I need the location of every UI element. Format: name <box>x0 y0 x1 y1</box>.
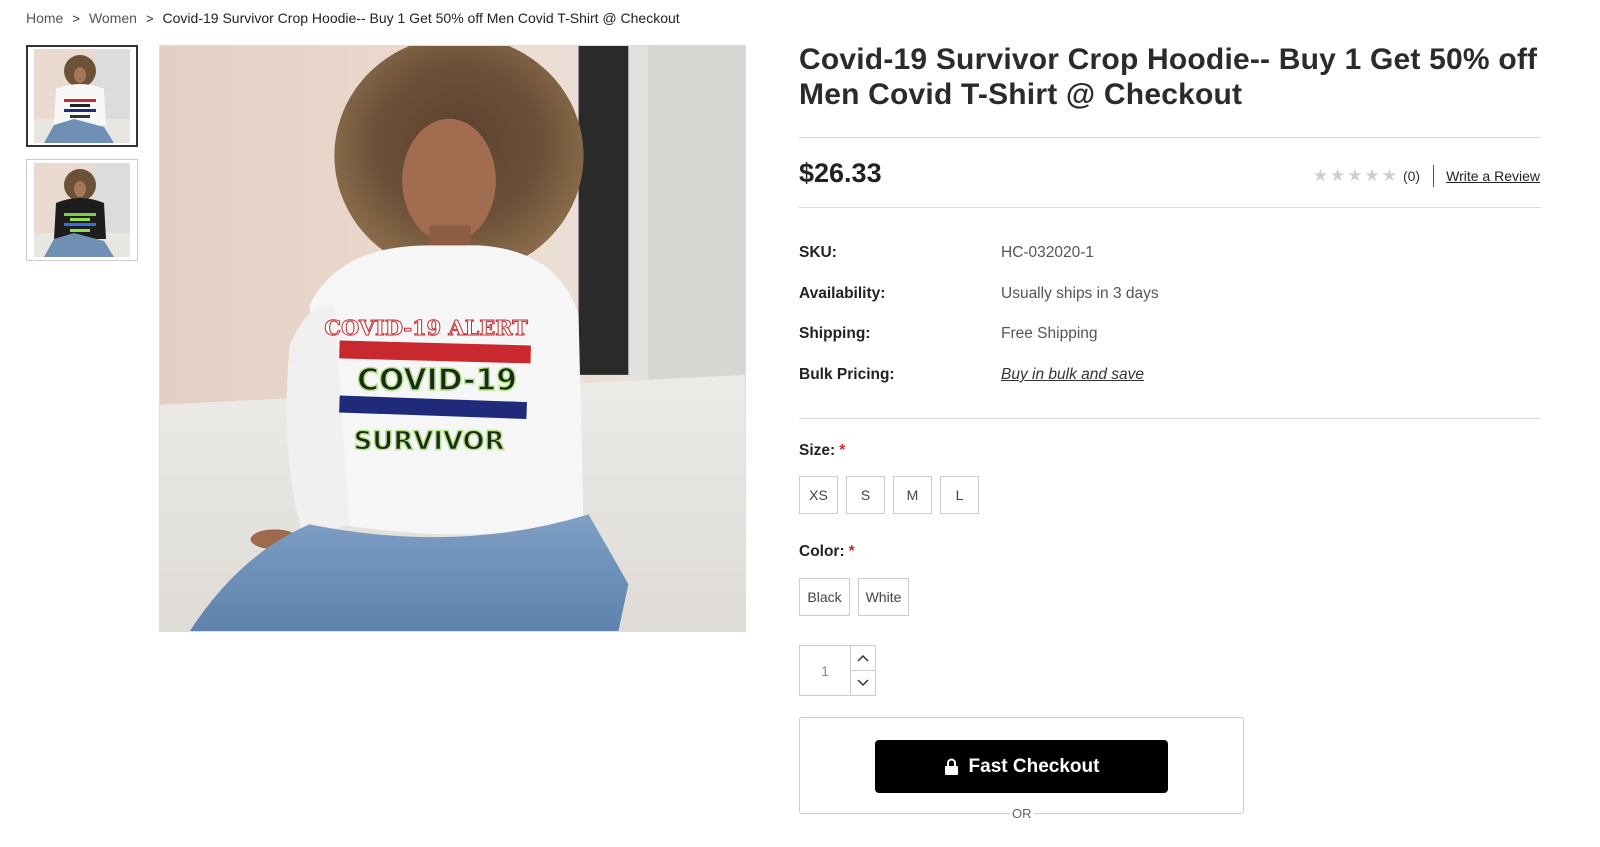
title-divider <box>799 137 1541 138</box>
thumbnail-white-hoodie-image <box>34 49 130 143</box>
quantity-arrows <box>851 646 875 695</box>
breadcrumb-separator: > <box>145 10 154 26</box>
size-label-text: Size: <box>799 442 836 459</box>
star-empty-icon: ★ <box>1312 166 1328 185</box>
required-marker: * <box>839 442 846 459</box>
product-photo: COVID-19 ALERT COVID-19 SURVIVOR <box>160 46 745 631</box>
color-option-white[interactable]: White <box>858 578 909 616</box>
color-label-text: Color: <box>799 543 845 560</box>
size-option-xs[interactable]: XS <box>799 476 838 514</box>
breadcrumb: Home > Women > Covid-19 Survivor Crop Ho… <box>26 10 680 26</box>
bulk-pricing-label: Bulk Pricing: <box>799 366 895 383</box>
fast-checkout-button[interactable]: Fast Checkout <box>875 740 1168 793</box>
spec-availability: Availability: Usually ships in 3 days <box>799 285 1541 303</box>
star-empty-icon: ★ <box>1364 166 1380 185</box>
rating-separator <box>1433 165 1435 187</box>
star-empty-icon: ★ <box>1347 166 1363 185</box>
print-line-2: COVID-19 <box>357 363 517 398</box>
thumbnail-black-hoodie[interactable] <box>26 159 138 261</box>
thumbnail-black-hoodie-image <box>34 163 130 257</box>
star-rating: ★ ★ ★ ★ ★ <box>1313 167 1397 185</box>
color-option-black[interactable]: Black <box>799 578 850 616</box>
bulk-pricing-link[interactable]: Buy in bulk and save <box>1001 366 1144 384</box>
quantity-stepper: 1 <box>799 645 876 696</box>
breadcrumb-home[interactable]: Home <box>26 10 63 26</box>
availability-value: Usually ships in 3 days <box>1001 285 1159 302</box>
star-empty-icon: ★ <box>1381 166 1397 185</box>
breadcrumb-women[interactable]: Women <box>89 10 137 26</box>
required-marker: * <box>848 543 855 560</box>
product-rating: ★ ★ ★ ★ ★ (0) Write a Review <box>1313 165 1540 187</box>
spec-sku: SKU: HC-032020-1 <box>799 244 1541 262</box>
color-label: Color: * <box>799 543 855 561</box>
specs-divider <box>799 418 1541 419</box>
size-option-l[interactable]: L <box>940 476 979 514</box>
size-options: XS S M L <box>799 476 979 514</box>
quantity-input[interactable]: 1 <box>800 646 851 695</box>
price-divider <box>799 207 1541 208</box>
quantity-increase-button[interactable] <box>851 646 875 671</box>
or-divider-left <box>958 813 1002 814</box>
write-review-link[interactable]: Write a Review <box>1446 168 1540 184</box>
main-product-image[interactable]: COVID-19 ALERT COVID-19 SURVIVOR <box>159 45 746 632</box>
size-option-m[interactable]: M <box>893 476 932 514</box>
product-price: $26.33 <box>799 158 882 188</box>
product-title: Covid-19 Survivor Crop Hoodie-- Buy 1 Ge… <box>799 43 1538 111</box>
spec-shipping: Shipping: Free Shipping <box>799 325 1541 343</box>
chevron-up-icon <box>857 654 869 662</box>
checkout-panel: Fast Checkout <box>799 717 1244 814</box>
or-divider-right <box>1042 813 1086 814</box>
size-option-s[interactable]: S <box>846 476 885 514</box>
shipping-label: Shipping: <box>799 325 871 342</box>
size-label: Size: * <box>799 442 845 460</box>
star-empty-icon: ★ <box>1329 166 1346 185</box>
review-count: (0) <box>1402 168 1421 184</box>
print-line-3: SURVIVOR <box>354 427 505 457</box>
sku-value: HC-032020-1 <box>1001 244 1095 261</box>
quantity-decrease-button[interactable] <box>851 671 875 695</box>
fast-checkout-label: Fast Checkout <box>968 755 1100 777</box>
sku-label: SKU: <box>799 244 837 261</box>
spec-bulk-pricing: Bulk Pricing: Buy in bulk and save <box>799 366 1541 384</box>
color-options: Black White <box>799 578 909 616</box>
or-divider-text: OR <box>1010 806 1034 821</box>
lock-icon <box>944 758 958 775</box>
print-line-1: COVID-19 ALERT <box>324 315 528 340</box>
thumbnail-white-hoodie[interactable] <box>26 45 138 147</box>
chevron-down-icon <box>857 679 869 687</box>
availability-label: Availability: <box>799 285 886 302</box>
shipping-value: Free Shipping <box>1001 325 1098 342</box>
breadcrumb-current: Covid-19 Survivor Crop Hoodie-- Buy 1 Ge… <box>162 10 680 26</box>
breadcrumb-separator: > <box>72 10 80 26</box>
